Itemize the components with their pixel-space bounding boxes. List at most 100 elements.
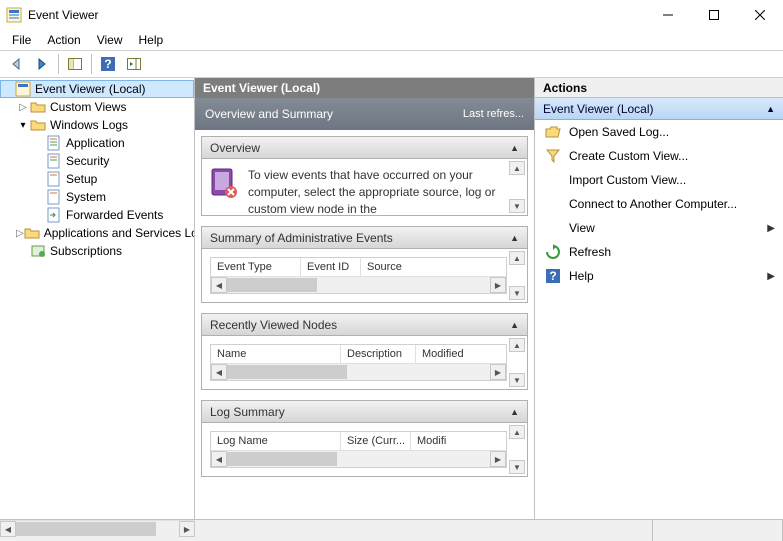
app-icon	[6, 7, 22, 23]
filter-icon	[545, 148, 561, 164]
navigation-tree[interactable]: Event Viewer (Local) ▷ Custom Views ▾ Wi…	[0, 78, 195, 519]
menu-file[interactable]: File	[4, 31, 39, 49]
window-title: Event Viewer	[28, 8, 645, 22]
logsummary-table[interactable]: Log Name Size (Curr... Modifi ◀ ▶	[210, 431, 507, 468]
overview-header[interactable]: Overview ▲	[202, 137, 527, 159]
tree-subscriptions[interactable]: Subscriptions	[0, 242, 194, 260]
center-subtitle: Overview and Summary	[205, 107, 333, 121]
tree-application[interactable]: Application	[0, 134, 194, 152]
tree-label: Forwarded Events	[66, 208, 163, 222]
tree-label: Subscriptions	[50, 244, 122, 258]
toolbar-separator	[91, 54, 92, 74]
show-hide-tree-button[interactable]	[63, 53, 87, 75]
maximize-button[interactable]	[691, 0, 737, 30]
menu-action[interactable]: Action	[39, 31, 88, 49]
menu-help[interactable]: Help	[131, 31, 172, 49]
minimize-button[interactable]	[645, 0, 691, 30]
summary-panel: Summary of Administrative Events ▲ Event…	[201, 226, 528, 303]
col-modified[interactable]: Modified	[416, 345, 506, 363]
back-button[interactable]	[4, 53, 28, 75]
col-event-id[interactable]: Event ID	[301, 258, 361, 276]
scroll-left-icon[interactable]: ◀	[0, 521, 16, 537]
col-size[interactable]: Size (Curr...	[341, 432, 411, 450]
expand-icon[interactable]: ▷	[16, 226, 24, 240]
help-button[interactable]: ?	[96, 53, 120, 75]
book-icon	[210, 167, 238, 199]
scroll-left-icon[interactable]: ◀	[211, 364, 227, 380]
table-hscroll[interactable]: ◀ ▶	[211, 277, 506, 293]
expand-icon[interactable]	[1, 82, 15, 96]
tree-root[interactable]: Event Viewer (Local)	[0, 80, 194, 98]
col-description[interactable]: Description	[341, 345, 416, 363]
recent-header[interactable]: Recently Viewed Nodes ▲	[202, 314, 527, 336]
scroll-left-icon[interactable]: ◀	[211, 451, 227, 467]
scroll-down-icon[interactable]: ▼	[509, 460, 525, 474]
col-name[interactable]: Name	[211, 345, 341, 363]
overview-scrollbar[interactable]: ▲ ▼	[509, 161, 525, 213]
col-source[interactable]: Source	[361, 258, 506, 276]
recent-scrollbar[interactable]: ▲ ▼	[509, 338, 525, 387]
tree-label: Custom Views	[50, 100, 126, 114]
scroll-right-icon[interactable]: ▶	[490, 277, 506, 293]
menu-view[interactable]: View	[89, 31, 131, 49]
col-event-type[interactable]: Event Type	[211, 258, 301, 276]
actions-pane: Actions Event Viewer (Local) ▲ Open Save…	[535, 78, 783, 519]
overview-panel: Overview ▲ To view events that have occu…	[201, 136, 528, 216]
center-scroll[interactable]: Overview ▲ To view events that have occu…	[195, 130, 534, 519]
scroll-up-icon[interactable]: ▲	[509, 251, 525, 265]
summary-scrollbar[interactable]: ▲ ▼	[509, 251, 525, 300]
action-view[interactable]: View ▶	[535, 216, 783, 240]
tree-forwarded[interactable]: Forwarded Events	[0, 206, 194, 224]
scroll-up-icon[interactable]: ▲	[509, 425, 525, 439]
table-hscroll[interactable]: ◀ ▶	[211, 364, 506, 380]
submenu-arrow-icon: ▶	[767, 271, 775, 282]
action-label: Create Custom View...	[569, 149, 688, 163]
show-hide-action-button[interactable]	[122, 53, 146, 75]
log-icon	[46, 171, 62, 187]
collapse-icon[interactable]: ▾	[16, 118, 30, 132]
scroll-left-icon[interactable]: ◀	[211, 277, 227, 293]
scroll-down-icon[interactable]: ▼	[509, 199, 525, 213]
scroll-up-icon[interactable]: ▲	[509, 161, 525, 175]
panel-title: Overview	[210, 141, 260, 155]
tree-system[interactable]: System	[0, 188, 194, 206]
table-hscroll[interactable]: ◀ ▶	[211, 451, 506, 467]
action-label: View	[569, 221, 595, 235]
folder-open-icon	[30, 117, 46, 133]
action-help[interactable]: ? Help ▶	[535, 264, 783, 288]
action-connect-computer[interactable]: Connect to Another Computer...	[535, 192, 783, 216]
actions-group-header[interactable]: Event Viewer (Local) ▲	[535, 98, 783, 120]
scroll-right-icon[interactable]: ▶	[179, 521, 195, 537]
tree-hscroll[interactable]: ◀ ▶	[0, 520, 195, 536]
logsum-scrollbar[interactable]: ▲ ▼	[509, 425, 525, 474]
summary-table[interactable]: Event Type Event ID Source ◀ ▶	[210, 257, 507, 294]
panel-title: Log Summary	[210, 405, 285, 419]
action-import-custom-view[interactable]: Import Custom View...	[535, 168, 783, 192]
scroll-right-icon[interactable]: ▶	[490, 364, 506, 380]
scroll-right-icon[interactable]: ▶	[490, 451, 506, 467]
scroll-down-icon[interactable]: ▼	[509, 286, 525, 300]
tree-security[interactable]: Security	[0, 152, 194, 170]
recent-panel: Recently Viewed Nodes ▲ Name Description…	[201, 313, 528, 390]
col-log-name[interactable]: Log Name	[211, 432, 341, 450]
tree-custom-views[interactable]: ▷ Custom Views	[0, 98, 194, 116]
forward-button[interactable]	[30, 53, 54, 75]
summary-header[interactable]: Summary of Administrative Events ▲	[202, 227, 527, 249]
action-open-saved-log[interactable]: Open Saved Log...	[535, 120, 783, 144]
expand-icon[interactable]: ▷	[16, 100, 30, 114]
col-modified[interactable]: Modifi	[411, 432, 506, 450]
collapse-icon: ▲	[510, 320, 519, 330]
action-create-custom-view[interactable]: Create Custom View...	[535, 144, 783, 168]
scroll-up-icon[interactable]: ▲	[509, 338, 525, 352]
tree-setup[interactable]: Setup	[0, 170, 194, 188]
collapse-icon: ▲	[510, 233, 519, 243]
action-refresh[interactable]: Refresh	[535, 240, 783, 264]
tree-label: Windows Logs	[50, 118, 128, 132]
close-button[interactable]	[737, 0, 783, 30]
tree-app-services[interactable]: ▷ Applications and Services Lo	[0, 224, 194, 242]
scroll-down-icon[interactable]: ▼	[509, 373, 525, 387]
recent-table[interactable]: Name Description Modified ◀ ▶	[210, 344, 507, 381]
blank-icon	[545, 196, 561, 212]
logsummary-header[interactable]: Log Summary ▲	[202, 401, 527, 423]
tree-windows-logs[interactable]: ▾ Windows Logs	[0, 116, 194, 134]
